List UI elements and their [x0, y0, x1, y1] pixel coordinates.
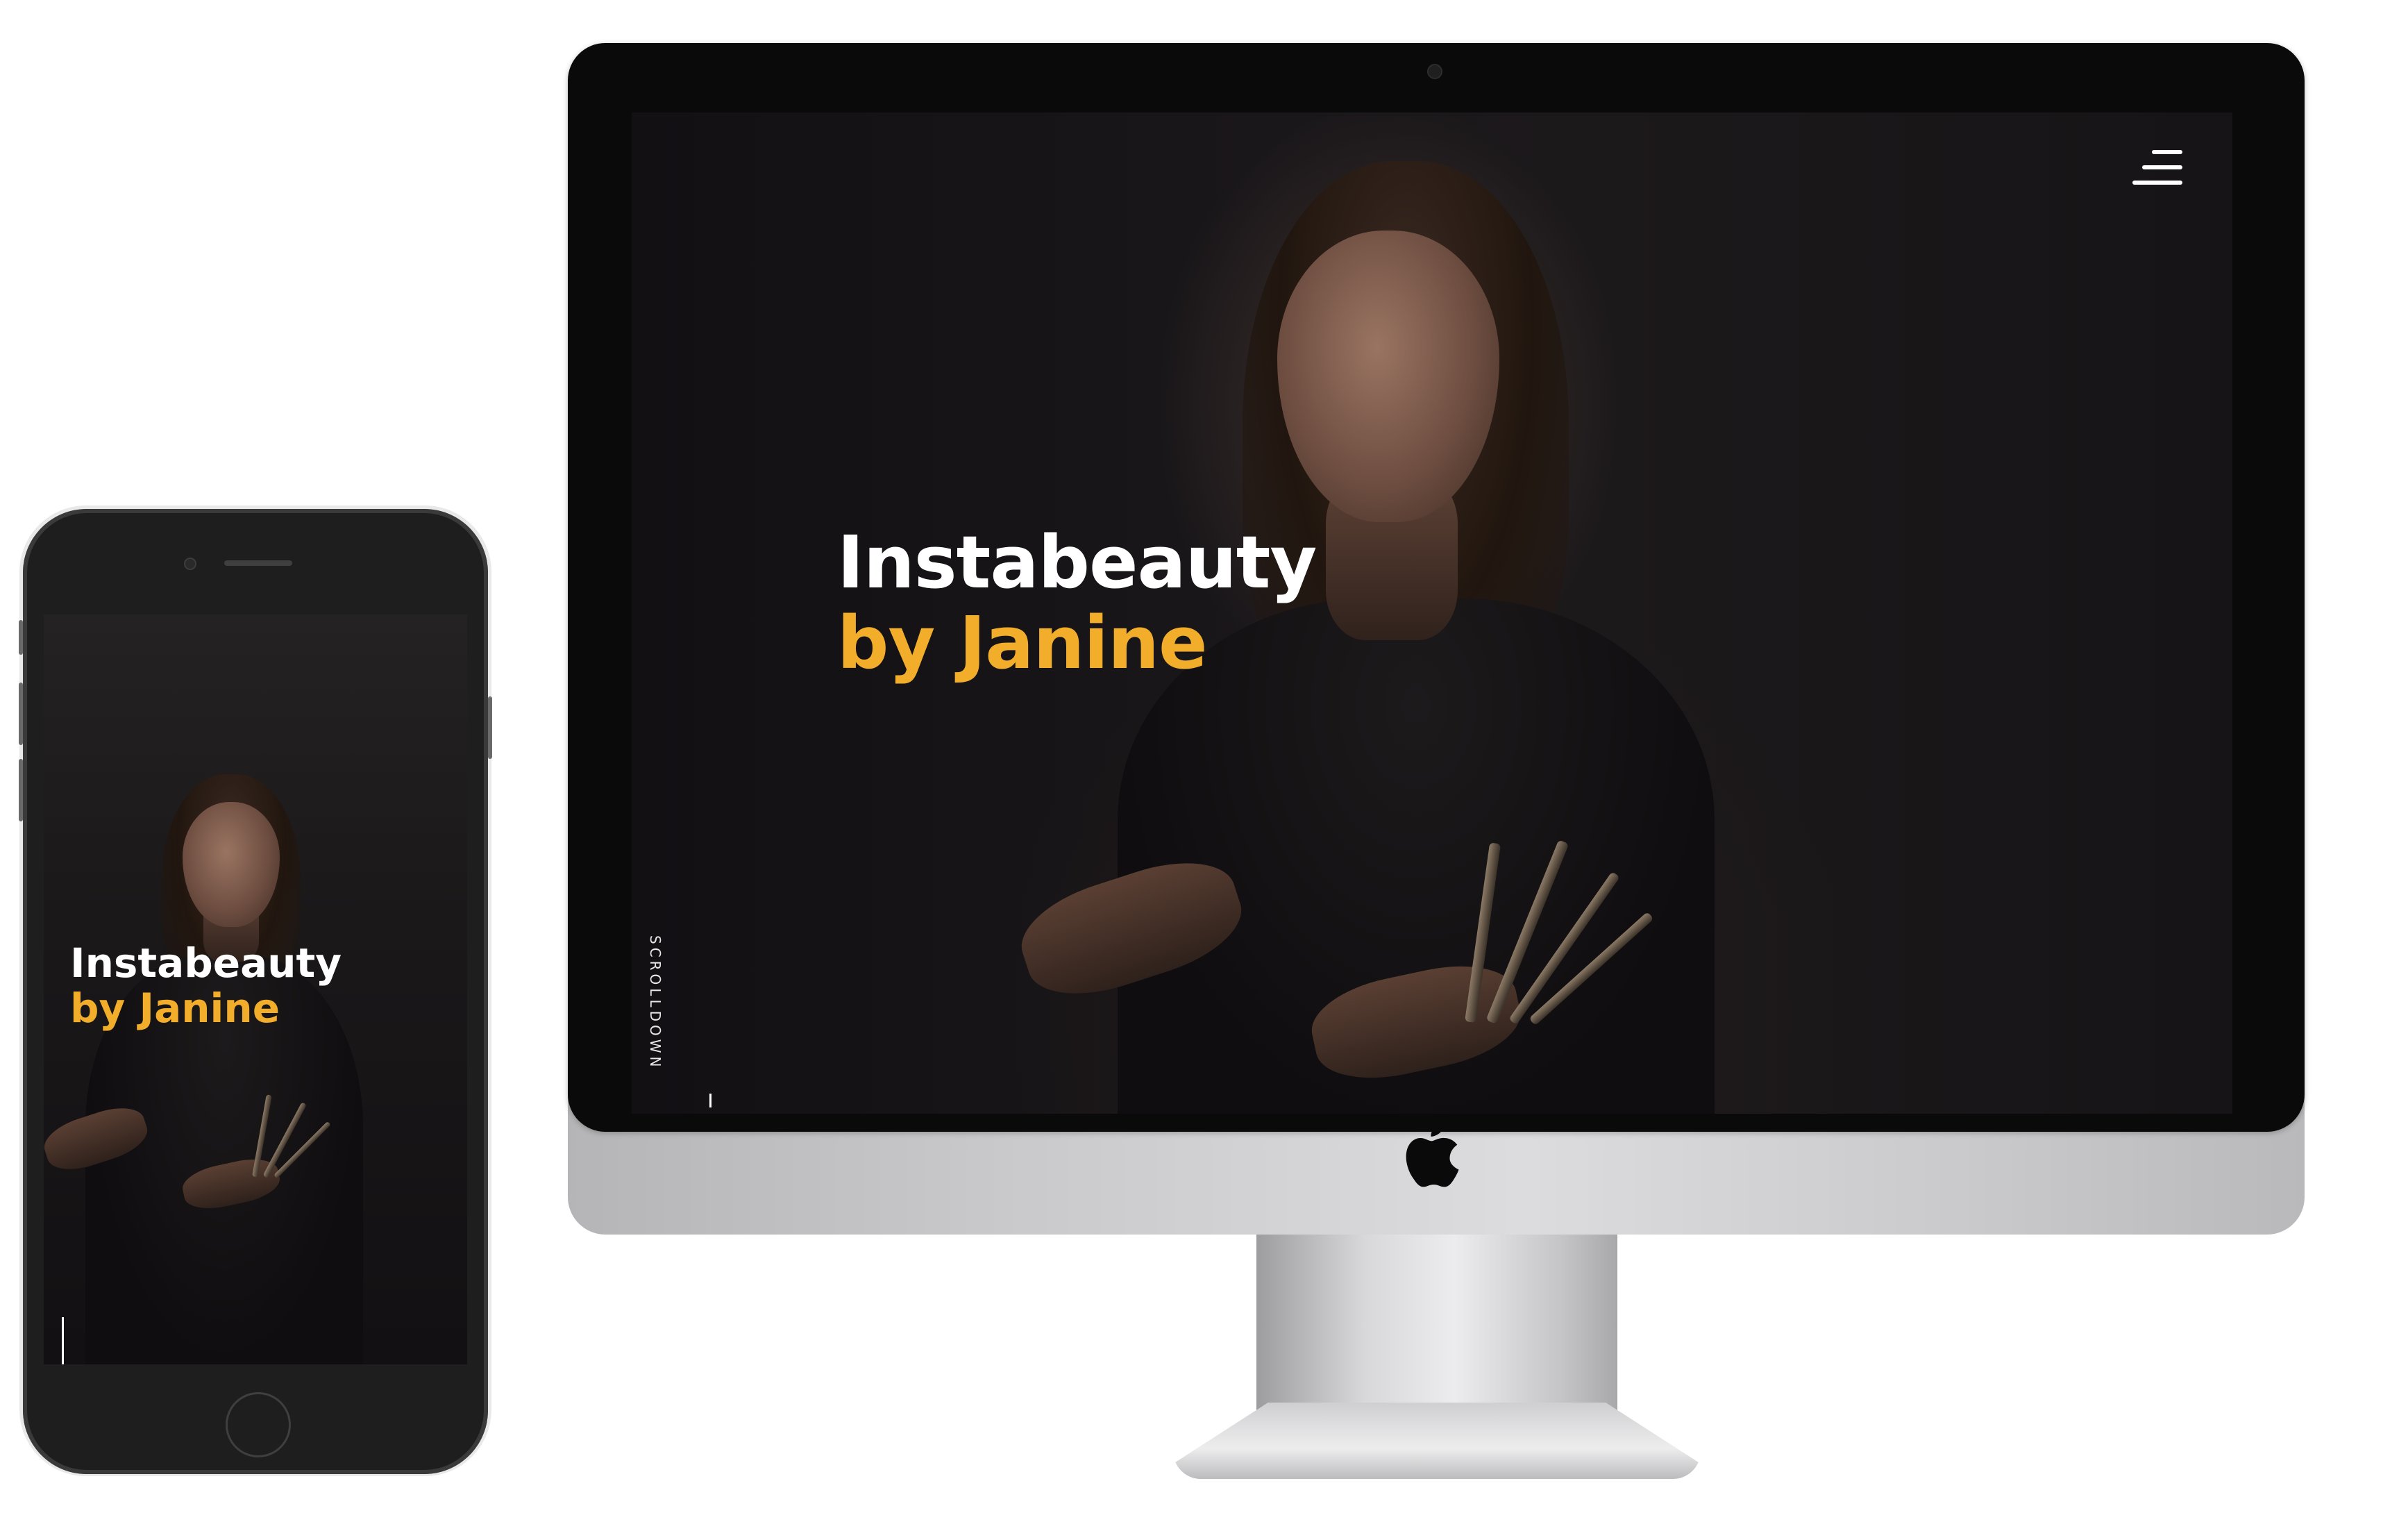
imac-display: Instabeauty by Janine SCROLLDOWN — [568, 43, 2305, 1132]
home-button[interactable] — [226, 1392, 291, 1457]
imac-stand-foot — [1173, 1403, 1701, 1479]
phone-speaker — [224, 560, 292, 566]
menu-icon[interactable] — [2132, 150, 2182, 189]
desktop-website-screen: Instabeauty by Janine SCROLLDOWN — [632, 112, 2232, 1114]
phone-volume-up-button — [19, 683, 23, 745]
hero-title-line1: Instabeauty — [837, 520, 1317, 605]
hero-title-mobile: Instabeauty by Janine — [70, 941, 342, 1031]
scroll-down-indicator-mobile[interactable]: SCROLLDOWN — [56, 1205, 74, 1364]
scroll-down-indicator[interactable]: SCROLLDOWN — [647, 935, 725, 1114]
scroll-down-line-mobile — [62, 1317, 64, 1364]
phone-power-button — [488, 696, 492, 759]
hero-title-line1-mobile: Instabeauty — [70, 939, 342, 987]
front-camera-icon — [184, 558, 196, 570]
scroll-down-line — [709, 1094, 712, 1107]
iphone-device: Instabeauty by Janine SCROLLDOWN — [19, 509, 492, 1474]
hero-title-line2-mobile: by Janine — [70, 984, 280, 1032]
scroll-down-label: SCROLLDOWN — [646, 935, 664, 1071]
hero-title: Instabeauty by Janine — [837, 520, 1317, 686]
imac-stand-neck — [1256, 1235, 1617, 1422]
camera-icon — [1427, 64, 1442, 79]
phone-volume-down-button — [19, 759, 23, 821]
phone-mute-switch — [19, 620, 23, 655]
hero-title-line2: by Janine — [837, 601, 1208, 686]
mobile-website-screen: Instabeauty by Janine SCROLLDOWN — [44, 614, 467, 1364]
